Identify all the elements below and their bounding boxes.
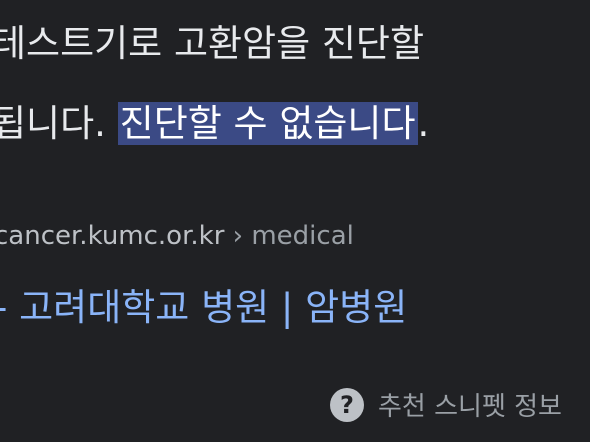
featured-snippet-line-2: 됩니다. 진단할 수 없습니다. xyxy=(0,96,429,152)
featured-snippet-line-1: 테스트기로 고환암을 진단할 xyxy=(0,16,424,72)
result-title-link[interactable]: - 고려대학교 병원 | 암병원 xyxy=(0,282,407,334)
snippet-text: 됩니다. xyxy=(0,102,118,145)
snippet-punctuation: . xyxy=(417,102,430,145)
featured-snippet-info[interactable]: ? 추천 스니펫 정보 xyxy=(330,386,562,423)
source-url[interactable]: cancer.kumc.or.kr › medical xyxy=(0,218,354,254)
featured-snippet-info-label: 추천 스니펫 정보 xyxy=(378,392,562,422)
breadcrumb-separator: › xyxy=(224,221,252,251)
snippet-text: 테스트기로 고환암을 진단할 xyxy=(0,22,425,65)
search-result-page: 테스트기로 고환암을 진단할 됩니다. 진단할 수 없습니다. cancer.k… xyxy=(0,0,590,442)
snippet-highlight: 진단할 수 없습니다 xyxy=(117,102,418,145)
source-domain: cancer.kumc.or.kr xyxy=(0,221,225,251)
breadcrumb-path: medical xyxy=(251,221,354,251)
question-circle-icon[interactable]: ? xyxy=(330,387,364,422)
